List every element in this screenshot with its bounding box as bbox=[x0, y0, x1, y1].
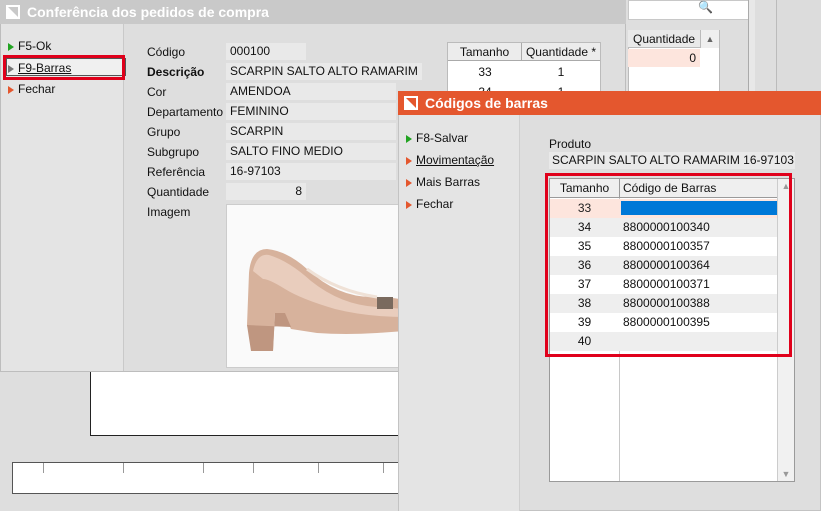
size-column-header[interactable]: Tamanho bbox=[448, 43, 522, 61]
arrow-right-icon bbox=[406, 135, 412, 143]
mais-barras-button[interactable]: Mais Barras bbox=[406, 173, 480, 191]
f8-salvar-button[interactable]: F8-Salvar bbox=[406, 129, 468, 147]
grupo-label: Grupo bbox=[147, 125, 181, 139]
highlight-f9-barras bbox=[3, 55, 125, 80]
descricao-field[interactable]: SCARPIN SALTO ALTO RAMARIM 16- bbox=[226, 63, 422, 80]
codigo-field[interactable]: 000100 bbox=[226, 43, 306, 60]
descricao-label: Descrição bbox=[147, 65, 205, 79]
quantidade-field[interactable]: 8 bbox=[226, 183, 306, 200]
product-image bbox=[226, 204, 406, 368]
produto-field[interactable]: SCARPIN SALTO ALTO RAMARIM 16-97103 bbox=[549, 152, 795, 169]
subgrupo-field[interactable]: SALTO FINO MEDIO bbox=[226, 143, 396, 160]
app-logo-icon bbox=[404, 96, 418, 110]
background-field[interactable] bbox=[628, 0, 750, 20]
background-bottom-box bbox=[90, 365, 412, 436]
departamento-label: Departamento bbox=[147, 105, 224, 119]
size-cell[interactable]: 33 bbox=[448, 63, 522, 81]
quantity-column-header[interactable]: Quantidade * bbox=[522, 43, 600, 61]
referencia-label: Referência bbox=[147, 165, 206, 179]
arrow-right-icon bbox=[8, 43, 14, 51]
subgrupo-label: Subgrupo bbox=[147, 145, 200, 159]
produto-label: Produto bbox=[549, 137, 592, 151]
cor-field[interactable]: AMENDOA bbox=[226, 83, 396, 100]
arrow-right-icon bbox=[406, 201, 412, 209]
fechar-button[interactable]: Fechar bbox=[8, 80, 55, 98]
f5-ok-button[interactable]: F5-Ok bbox=[8, 37, 51, 55]
departamento-field[interactable]: FEMININO bbox=[226, 103, 396, 120]
scroll-down-icon[interactable]: ▼ bbox=[778, 467, 794, 481]
codigos-titlebar: Códigos de barras bbox=[398, 91, 821, 115]
background-quantity-header: Quantidade bbox=[628, 30, 700, 48]
search-icon[interactable]: 🔍 bbox=[698, 0, 718, 14]
arrow-right-icon bbox=[406, 157, 412, 165]
quantity-cell[interactable]: 1 bbox=[522, 63, 600, 81]
highlight-barcode-grid bbox=[545, 173, 792, 357]
fechar-codigos-button[interactable]: Fechar bbox=[406, 195, 453, 213]
movimentacao-button[interactable]: Movimentação bbox=[406, 151, 494, 169]
cor-label: Cor bbox=[147, 85, 167, 99]
conferencia-title: Conferência dos pedidos de compra bbox=[27, 4, 269, 20]
referencia-field[interactable]: 16-97103 bbox=[226, 163, 396, 180]
grupo-field[interactable]: SCARPIN bbox=[226, 123, 396, 140]
background-quantity-cell[interactable]: 0 bbox=[628, 49, 700, 67]
arrow-right-icon bbox=[8, 86, 14, 94]
codigos-title: Códigos de barras bbox=[425, 95, 548, 111]
codigos-sidebar: F8-Salvar Movimentação Mais Barras Fecha… bbox=[399, 115, 520, 511]
app-logo-icon bbox=[6, 5, 20, 19]
scroll-up-icon[interactable]: ▲ bbox=[700, 30, 719, 48]
imagem-label: Imagem bbox=[147, 205, 191, 219]
quantidade-label: Quantidade bbox=[147, 185, 210, 199]
arrow-right-icon bbox=[406, 179, 412, 187]
conferencia-titlebar: Conferência dos pedidos de compra bbox=[0, 0, 626, 24]
background-bottom-bar bbox=[12, 462, 414, 494]
codigo-label: Código bbox=[147, 45, 186, 59]
